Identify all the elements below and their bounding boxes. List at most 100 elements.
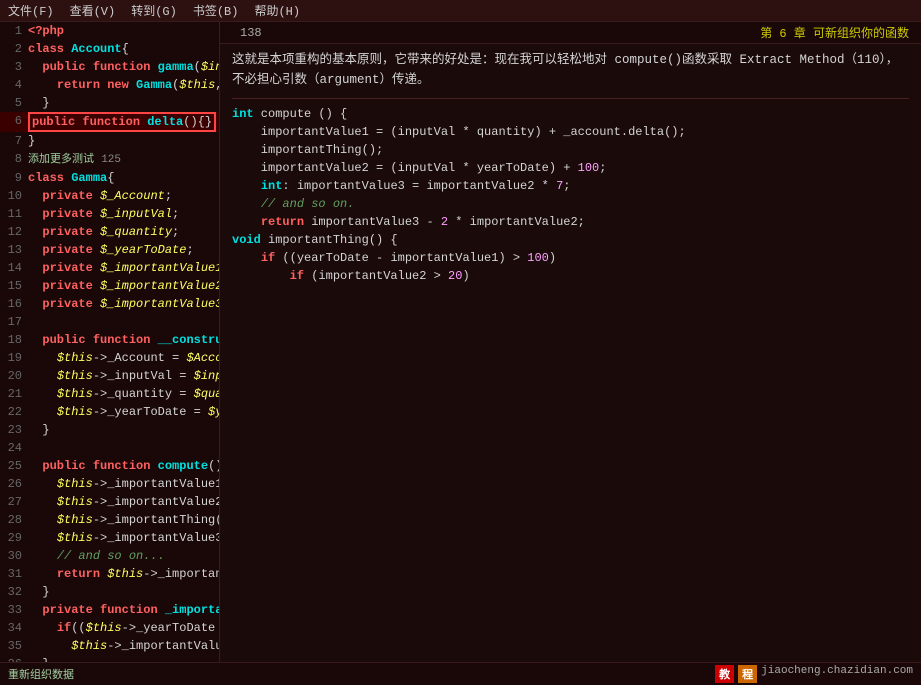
line-number: 35 (0, 637, 28, 655)
menu-file[interactable]: 文件(F) (8, 2, 54, 19)
right-code-line-6: // and so on. (232, 195, 909, 213)
line-content: private $_importantValue3; (28, 295, 219, 313)
line-number: 30 (0, 547, 28, 565)
line-content: public function gamma($inputVal, $quanti… (28, 58, 219, 76)
menu-bookmark[interactable]: 书签(B) (193, 2, 239, 19)
code-line-22: 22 $this->_yearToDate = $yearToDate; (0, 403, 219, 421)
code-line-23: 23 } (0, 421, 219, 439)
code-line-8: 8添加更多测试 125 (0, 150, 219, 169)
line-number: 8 (0, 150, 28, 168)
bottom-bar: 重新组织数据 教 程 jiaocheng.chazidian.com (0, 662, 921, 685)
line-number: 11 (0, 205, 28, 223)
code-line-28: 28 $this->_importantThing(); (0, 511, 219, 529)
line-number: 2 (0, 40, 28, 58)
code-line-20: 20 $this->_inputVal = $inputVal; (0, 367, 219, 385)
line-content: public function delta(){} (28, 112, 219, 132)
right-header: 138 第 6 章 可新组织你的函数 (220, 22, 921, 44)
line-content: } (28, 421, 219, 439)
code-line-33: 33 private function _importantThing(){ (0, 601, 219, 619)
line-number: 19 (0, 349, 28, 367)
line-number: 21 (0, 385, 28, 403)
right-code-snippet: int compute () { importantValue1 = (inpu… (232, 105, 909, 285)
line-number: 16 (0, 295, 28, 313)
main-area: 1<?php2class Account{3 public function g… (0, 22, 921, 662)
right-code-line-10: if ((yearToDate - importantValue1) > 100… (232, 249, 909, 267)
line-content: class Gamma{ (28, 169, 219, 187)
right-code-line-2: importantValue1 = (inputVal * quantity) … (232, 123, 909, 141)
code-line-18: 18 public function __construct($Account,… (0, 331, 219, 349)
code-line-10: 10 private $_Account; (0, 187, 219, 205)
chapter-title: 第 6 章 可新组织你的函数 (760, 24, 909, 41)
line-number: 36 (0, 655, 28, 662)
line-content: $this->_importantValue2 = ($this->_input… (28, 493, 219, 511)
line-number: 4 (0, 76, 28, 94)
menu-help[interactable]: 帮助(H) (254, 2, 300, 19)
line-content: } (28, 583, 219, 601)
watermark: 教 程 jiaocheng.chazidian.com (715, 665, 913, 683)
code-line-19: 19 $this->_Account = $Account; (0, 349, 219, 367)
line-number: 12 (0, 223, 28, 241)
right-content-panel: 138 第 6 章 可新组织你的函数 这就是本项重构的基本原则，它带来的好处是：… (220, 22, 921, 662)
line-content: private $_yearToDate; (28, 241, 219, 259)
left-code-panel: 1<?php2class Account{3 public function g… (0, 22, 220, 662)
line-number: 22 (0, 403, 28, 421)
line-content: 添加更多测试 125 (28, 150, 219, 169)
line-content: $this->_importantValue1 = ($this->_input… (28, 475, 219, 493)
code-line-16: 16 private $_importantValue3; (0, 295, 219, 313)
line-number: 29 (0, 529, 28, 547)
code-line-2: 2class Account{ (0, 40, 219, 58)
code-line-24: 24 (0, 439, 219, 457)
line-content: if(($this->_yearToDate - $this->_importa… (28, 619, 219, 637)
line-number: 17 (0, 313, 28, 331)
code-line-30: 30 // and so on... (0, 547, 219, 565)
line-number: 1 (0, 22, 28, 40)
line-content: $this->_yearToDate = $yearToDate; (28, 403, 219, 421)
line-number: 32 (0, 583, 28, 601)
line-number: 24 (0, 439, 28, 457)
code-line-9: 9class Gamma{ (0, 169, 219, 187)
watermark-site: jiaocheng.chazidian.com (761, 665, 913, 683)
line-number: 25 (0, 457, 28, 475)
line-content: $this->_inputVal = $inputVal; (28, 367, 219, 385)
menu-bar: 文件(F) 查看(V) 转到(G) 书签(B) 帮助(H) (0, 0, 921, 22)
line-content: $this->_importantValue3 = $this->_import… (28, 529, 219, 547)
line-number: 26 (0, 475, 28, 493)
line-number: 13 (0, 241, 28, 259)
line-number: 33 (0, 601, 28, 619)
right-code-line-5: int: importantValue3 = importantValue2 *… (232, 177, 909, 195)
line-number: 23 (0, 421, 28, 439)
code-line-7: 7} (0, 132, 219, 150)
line-content: // and so on... (28, 547, 219, 565)
menu-view[interactable]: 查看(V) (70, 2, 116, 19)
code-line-32: 32 } (0, 583, 219, 601)
code-line-12: 12 private $_quantity; (0, 223, 219, 241)
code-line-4: 4 return new Gamma($this, $inputVal, $qu… (0, 76, 219, 94)
line-content: private function _importantThing(){ (28, 601, 219, 619)
line-content: class Account{ (28, 40, 219, 58)
line-content: private $_Account; (28, 187, 219, 205)
line-content: private $_inputVal; (28, 205, 219, 223)
code-line-21: 21 $this->_quantity = $quantity; (0, 385, 219, 403)
code-line-17: 17 (0, 313, 219, 331)
description-text: 这就是本项重构的基本原则，它带来的好处是：现在我可以轻松地对 compute()… (232, 50, 909, 90)
line-number: 6 (0, 112, 28, 130)
line-number: 27 (0, 493, 28, 511)
code-line-3: 3 public function gamma($inputVal, $quan… (0, 58, 219, 76)
page-number: 138 (240, 26, 262, 40)
line-content: $this->_importantThing(); (28, 511, 219, 529)
right-code-line-1: int compute () { (232, 105, 909, 123)
right-code-line-3: importantThing(); (232, 141, 909, 159)
right-code-line-11: if (importantValue2 > 20) (232, 267, 909, 285)
code-line-31: 31 return $this->_importantValue3 - 2 * … (0, 565, 219, 583)
watermark-jiao: 教 (715, 665, 734, 683)
line-content: private $_importantValue2; (28, 277, 219, 295)
line-content: <?php (28, 22, 219, 40)
bottom-text: 重新组织数据 (8, 666, 74, 682)
line-content: } (28, 132, 219, 150)
line-number: 5 (0, 94, 28, 112)
code-line-29: 29 $this->_importantValue3 = $this->_imp… (0, 529, 219, 547)
line-content: } (28, 94, 219, 112)
code-line-5: 5 } (0, 94, 219, 112)
line-number: 34 (0, 619, 28, 637)
menu-goto[interactable]: 转到(G) (131, 2, 177, 19)
